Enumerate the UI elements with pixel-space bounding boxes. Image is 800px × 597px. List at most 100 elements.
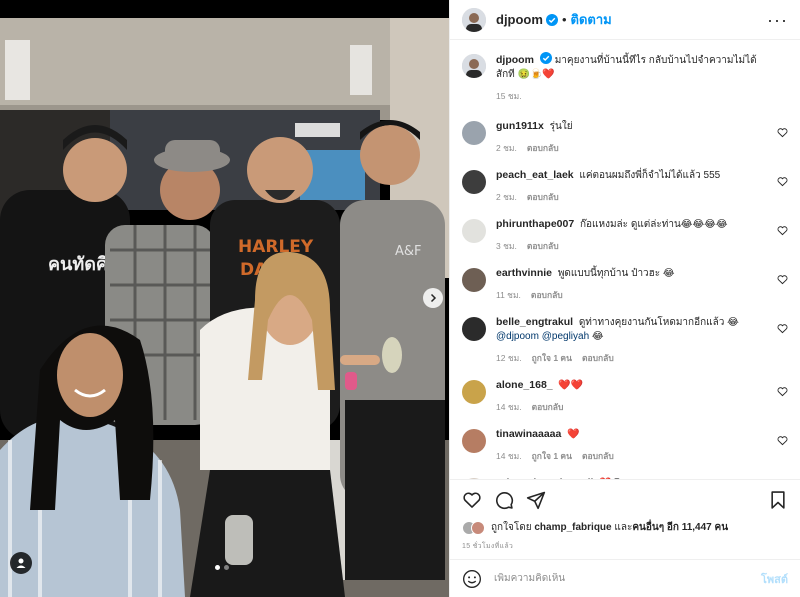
comment-meta: 3 ชม. ตอบกลับ [496,239,766,253]
tag-user-icon [16,558,26,568]
comment-username[interactable]: earthvinnie [496,267,552,279]
comment-username[interactable]: tinawinaaaaa [496,428,561,440]
comment-body: alone_168_ ❤️❤️ 14 ชม. ตอบกลับ [496,378,788,414]
like-comment-heart-icon[interactable] [777,274,788,285]
author-avatar-image [462,7,486,32]
comment-item: earthvinnie พูดแบบนี้ทุกบ้าน ป๋าวฮะ 😂 11… [462,266,788,302]
like-comment-heart-icon[interactable] [777,435,788,446]
avatar[interactable] [462,317,486,341]
comment-content: ❤️❤️ [558,380,584,391]
comment-content: ❤️ [567,429,580,440]
comment-meta: 12 ชม. ถูกใจ 1 คน ตอบกลับ [496,351,766,365]
like-comment-heart-icon[interactable] [777,225,788,236]
comment-meta: 14 ชม. ถูกใจ 1 คน ตอบกลับ [496,449,766,463]
comment-input[interactable] [494,573,761,584]
comment-content: แค่ตอนผมถึงพี่ก็จำไม่ได้แล้ว 555 [579,170,721,181]
like-comment-heart-icon[interactable] [777,176,788,187]
comment-item: gun1911x รุ่นใย่ 2 ชม. ตอบกลับ [462,119,788,155]
carousel-dot [224,565,229,570]
caption-time[interactable]: 15 ชม. [496,91,522,101]
svg-text:A&F: A&F [395,244,422,259]
avatar[interactable] [462,7,486,32]
comment-text: alone_168_ ❤️❤️ [496,378,766,393]
comment-content: พูดแบบนี้ทุกบ้าน ป๋าวฮะ 😂 [557,268,675,279]
likes-summary: ถูกใจโดย champ_fabrique และคนอื่นๆ อีก 1… [462,520,788,535]
comment-meta: 11 ชม. ตอบกลับ [496,288,766,302]
reply-button[interactable]: ตอบกลับ [532,402,564,412]
comment-time[interactable]: 3 ชม. [496,241,517,251]
carousel-indicator [215,565,229,570]
post-header: djpoom • ติดตาม ··· [450,0,800,40]
avatar[interactable] [462,170,486,194]
post-actions: ถูกใจโดย champ_fabrique และคนอื่นๆ อีก 1… [450,479,800,552]
comment-body: peach_eat_laek แค่ตอนผมถึงพี่ก็จำไม่ได้แ… [496,168,788,204]
next-image-button[interactable] [423,288,443,308]
like-comment-heart-icon[interactable] [777,127,788,138]
comment-username[interactable]: phirunthape007 [496,218,574,230]
comment-text: gun1911x รุ่นใย่ [496,119,766,134]
comment-likes[interactable]: ถูกใจ 1 คน [532,451,572,461]
like-comment-heart-icon[interactable] [777,323,788,334]
comment-username[interactable]: alone_168_ [496,379,553,391]
comment-time[interactable]: 14 ชม. [496,451,522,461]
emoji-icon[interactable] [462,569,482,589]
author-username[interactable]: djpoom [496,12,543,27]
reply-button[interactable]: ตอบกลับ [531,290,563,300]
comment-meta: 2 ชม. ตอบกลับ [496,190,766,204]
likes-others[interactable]: คนอื่นๆ อีก 11,447 คน [632,522,728,533]
avatar[interactable] [462,121,486,145]
photo-illustration: คนทัดคิ HARLEY DAV A&F [0,0,449,597]
reply-button[interactable]: ตอบกลับ [527,241,559,251]
comment-mentions[interactable]: @djpoom @pegliyah [496,331,589,342]
like-comment-heart-icon[interactable] [777,386,788,397]
bookmark-icon[interactable] [768,490,788,510]
comments-list[interactable]: djpoom มาคุยงานที่บ้านนี้ทีไร กลับบ้านไป… [450,40,800,479]
header-separator: • [561,12,567,27]
comment-username[interactable]: gun1911x [496,120,544,132]
more-options-button[interactable]: ··· [767,11,788,29]
avatar[interactable] [462,219,486,243]
action-icons [462,490,788,510]
avatar[interactable] [462,380,486,404]
verified-icon [545,13,558,26]
likes-prefix: ถูกใจโดย [491,522,532,533]
share-icon[interactable] [526,490,546,510]
caption-username[interactable]: djpoom [496,54,534,66]
comment-body: phirunthape007 ก๊อแหงมล่ะ ดูแต่ล่ะท่าน😂😂… [496,217,788,253]
comment-likes[interactable]: ถูกใจ 1 คน [532,353,572,363]
comment-time[interactable]: 12 ชม. [496,353,522,363]
avatar[interactable] [462,54,486,78]
avatar[interactable] [462,429,486,453]
likes-text: ถูกใจโดย champ_fabrique และคนอื่นๆ อีก 1… [491,520,728,535]
comment-time[interactable]: 2 ชม. [496,192,517,202]
comment-time[interactable]: 14 ชม. [496,402,522,412]
tagged-users-button[interactable] [10,552,32,574]
comment-content: รุ่นใย่ [549,121,573,132]
likes-user[interactable]: champ_fabrique [534,522,611,533]
post-time-ago[interactable]: 15 ชั่วโมงที่แล้ว [462,541,788,552]
comment-content: ดูท่าทางคุยงานกันโหดมากอีกแล้ว 😂 [578,317,739,328]
comment-time[interactable]: 2 ชม. [496,143,517,153]
post-comment-button[interactable]: โพสต์ [761,570,788,588]
comment-body: belle_engtrakul ดูท่าทางคุยงานกันโหดมากอ… [496,315,788,365]
instagram-post-modal: คนทัดคิ HARLEY DAV A&F djpoom • ติดตาม ·… [0,0,800,597]
reply-button[interactable]: ตอบกลับ [582,451,614,461]
post-photo[interactable]: คนทัดคิ HARLEY DAV A&F [0,0,449,597]
follow-button[interactable]: ติดตาม [571,9,612,30]
comment-meta: 2 ชม. ตอบกลับ [496,141,766,155]
svg-text:คนทัดคิ: คนทัดคิ [48,254,108,275]
post-sidebar: djpoom • ติดตาม ··· djpoom มาคุยงานที่บ้… [449,0,800,597]
comment-username[interactable]: belle_engtrakul [496,316,573,328]
comment-body: tinawinaaaaa ❤️ 14 ชม. ถูกใจ 1 คน ตอบกลับ [496,427,788,463]
reply-button[interactable]: ตอบกลับ [582,353,614,363]
comment-mentions-emoji: 😂 [591,331,604,342]
comment-icon[interactable] [494,490,514,510]
heart-icon[interactable] [462,490,482,510]
comment-time[interactable]: 11 ชม. [496,290,521,300]
comment-username[interactable]: peach_eat_laek [496,169,574,181]
reply-button[interactable]: ตอบกลับ [527,192,559,202]
reply-button[interactable]: ตอบกลับ [527,143,559,153]
comment-item: peach_eat_laek แค่ตอนผมถึงพี่ก็จำไม่ได้แ… [462,168,788,204]
avatar[interactable] [462,268,486,292]
caption-content: มาคุยงานที่บ้านนี้ทีไร กลับบ้านไปจำความไ… [496,55,757,80]
